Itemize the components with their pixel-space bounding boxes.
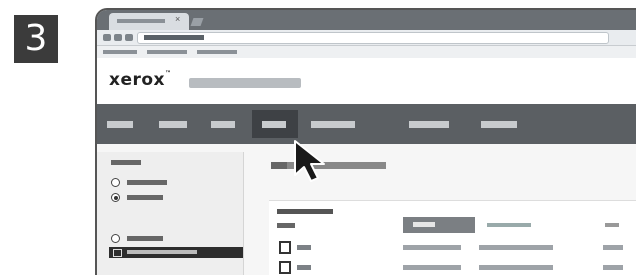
main-menu-bar: [97, 104, 636, 144]
radio-option-1[interactable]: [111, 178, 120, 187]
radio-option-3-label: [127, 236, 163, 241]
column-header: [277, 223, 295, 228]
sidebar-heading: [111, 160, 141, 165]
action-button-label: [413, 222, 435, 227]
step-number-badge: 3: [14, 15, 58, 63]
back-icon[interactable]: [103, 34, 111, 41]
menu-item-3[interactable]: [211, 121, 235, 128]
table-cell: [479, 245, 553, 250]
table-cell: [403, 265, 461, 270]
pointer-arrow-icon: [294, 140, 325, 182]
screenshot-browser-window: × xerox™: [95, 8, 636, 275]
browser-toolbar: [97, 30, 636, 46]
bookmark-item[interactable]: [103, 50, 137, 54]
page-content: [97, 144, 636, 275]
table-cell: [603, 265, 623, 270]
menu-item-7[interactable]: [481, 121, 517, 128]
table-cell: [479, 265, 553, 270]
browser-tab-strip: ×: [97, 10, 636, 30]
menu-item-5[interactable]: [311, 121, 355, 128]
radio-option-2-label: [127, 195, 163, 200]
radio-option-1-label: [127, 180, 167, 185]
browser-tab[interactable]: ×: [109, 13, 189, 30]
table-cell: [403, 245, 461, 250]
close-icon[interactable]: ×: [175, 14, 180, 24]
table-cell: [603, 245, 623, 250]
address-text: [144, 35, 204, 40]
column-header-3: [605, 223, 619, 227]
radio-option-2[interactable]: [111, 193, 120, 202]
document-icon[interactable]: [279, 241, 291, 254]
table-cell: [297, 245, 311, 250]
logo-trademark: ™: [165, 70, 172, 77]
menu-item-1[interactable]: [107, 121, 133, 128]
menu-item-4-label: [262, 121, 286, 128]
page-title-prefix: [271, 162, 287, 169]
reload-icon[interactable]: [125, 34, 133, 41]
action-button[interactable]: [403, 217, 475, 233]
logo-text: xerox: [109, 70, 166, 90]
sidebar-item-selected[interactable]: [109, 247, 243, 258]
sidebar: [97, 152, 244, 275]
content-panel: [269, 200, 636, 275]
menu-item-2[interactable]: [159, 121, 187, 128]
folder-icon: [113, 249, 122, 257]
table-cell: [297, 265, 311, 270]
bookmark-item[interactable]: [197, 50, 237, 54]
panel-heading: [277, 209, 333, 214]
menu-item-6[interactable]: [409, 121, 449, 128]
radio-option-3[interactable]: [111, 234, 120, 243]
document-icon[interactable]: [279, 261, 291, 274]
bookmark-item[interactable]: [147, 50, 187, 54]
app-header: xerox™: [97, 58, 636, 104]
menu-item-4-active[interactable]: [252, 110, 298, 138]
column-header-2: [487, 223, 531, 227]
address-bar[interactable]: [137, 32, 609, 44]
device-info-label: [189, 78, 301, 88]
sidebar-item-selected-label: [127, 250, 197, 254]
new-tab-button[interactable]: [190, 18, 204, 26]
tab-title-placeholder: [117, 19, 165, 23]
forward-icon[interactable]: [114, 34, 122, 41]
xerox-logo: xerox™: [109, 70, 172, 90]
